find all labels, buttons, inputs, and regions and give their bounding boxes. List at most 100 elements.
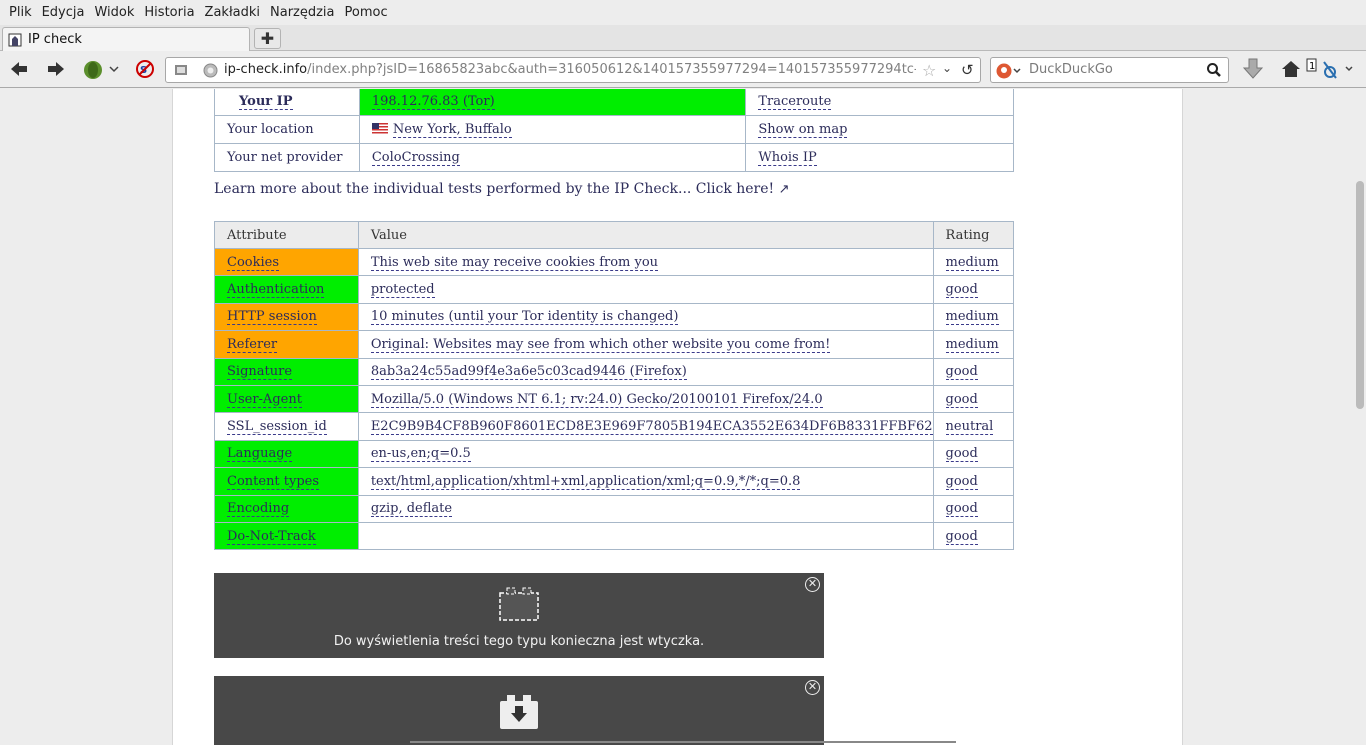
noscript-icon[interactable]: S [133,58,157,80]
downloads-icon[interactable] [1241,58,1265,80]
table-row: Do-Not-Track good [214,521,1015,551]
rating-cell[interactable]: good [932,357,1015,386]
net-provider-label: Your net provider [214,143,360,172]
addon-button[interactable]: 1 [1306,58,1356,80]
table-row: Your IP 198.12.76.83 (Tor) Traceroute [214,89,1014,116]
table-row: Referer Original: Websites may see from w… [214,330,1015,359]
menu-plik[interactable]: Plik [4,5,37,20]
plugin-placeholder[interactable]: Do wyświetlenia treści tego typu koniecz… [214,573,824,658]
menu-narzedzia[interactable]: Narzędzia [265,5,340,20]
value-cell[interactable]: protected [357,275,934,304]
url-dropdown-icon[interactable]: ⌄ [942,61,952,75]
search-icon[interactable] [1206,62,1222,82]
value-cell[interactable]: gzip, deflate [357,494,934,523]
attribute-cell[interactable]: Referer [214,330,359,359]
value-cell[interactable]: This web site may receive cookies from y… [357,247,934,277]
tab-ip-check[interactable]: IP check [2,27,250,51]
table-row: Language en-us,en;q=0.5 good [214,439,1015,469]
plugin-install-placeholder[interactable]: ✕ [214,676,956,745]
table-row: Signature 8ab3a24c55ad99f4e3a6e5c03cad944… [214,357,1015,386]
home-icon[interactable] [1279,58,1303,80]
rating-cell[interactable]: neutral [932,412,1015,441]
svg-text:1: 1 [1309,61,1315,72]
value-cell[interactable]: 10 minutes (until your Tor identity is c… [357,302,934,332]
site-favicon-icon [7,32,23,48]
tab-strip: IP check ✚ [0,25,1366,51]
value-cell[interactable]: 8ab3a24c55ad99f4e3a6e5c03cad9446 (Firefo… [357,357,934,386]
value-cell[interactable]: text/html,application/xhtml+xml,applicat… [357,467,934,496]
value-cell[interactable]: en-us,en;q=0.5 [357,439,934,469]
attribute-cell[interactable]: Authentication [214,275,359,304]
table-row: Your net provider ColoCrossing Whois IP [214,143,1014,172]
page-content: Your IP 198.12.76.83 (Tor) Traceroute Yo… [172,89,1183,745]
back-icon[interactable] [7,58,31,80]
menu-bar: Plik Edycja Widok Historia Zakładki Narz… [0,0,1366,25]
rating-cell[interactable]: good [932,439,1015,469]
bookmark-star-icon[interactable]: ☆ [922,61,936,80]
forward-icon[interactable] [44,58,68,80]
attribute-cell[interactable]: Do-Not-Track [214,521,359,551]
attribute-cell[interactable]: SSL_session_id [214,412,359,441]
table-row: Encoding gzip, deflate good [214,494,1015,523]
attribute-cell[interactable]: Cookies [214,247,359,277]
your-location-label: Your location [214,115,360,144]
table-row: User-Agent Mozilla/5.0 (Windows NT 6.1; r… [214,384,1015,414]
value-cell[interactable]: Mozilla/5.0 (Windows NT 6.1; rv:24.0) Ge… [357,384,934,414]
progress-bar [410,741,956,743]
menu-historia[interactable]: Historia [139,5,199,20]
value-cell[interactable] [357,521,934,551]
scrollbar-thumb[interactable] [1356,181,1364,409]
reload-icon[interactable]: ↺ [961,61,974,79]
attribute-cell[interactable]: Encoding [214,494,359,523]
url-text[interactable]: ip-check.info/index.php?jsID=16865823abc… [224,62,916,77]
plugin-icon [499,587,539,625]
search-placeholder: DuckDuckGo [1029,62,1113,77]
rating-cell[interactable]: good [932,275,1015,304]
header-rating: Rating [932,221,1015,249]
us-flag-icon [371,122,388,138]
header-attribute: Attribute [214,221,359,249]
header-value: Value [357,221,934,249]
attribute-cell[interactable]: HTTP session [214,302,359,332]
value-cell[interactable]: Original: Websites may see from which ot… [357,330,934,359]
search-bar[interactable]: DuckDuckGo [990,57,1229,83]
net-provider-value[interactable]: ColoCrossing [358,143,747,172]
close-icon[interactable]: ✕ [805,577,820,592]
page-info-icon[interactable] [174,63,188,81]
table-row: Content types text/html,application/xhtml… [214,467,1015,496]
whois-ip-link[interactable]: Whois IP [745,143,1014,172]
menu-pomoc[interactable]: Pomoc [340,5,393,20]
rating-cell[interactable]: good [932,467,1015,496]
plugin-download-icon [499,694,539,734]
table-row: Authentication protected good [214,275,1015,304]
rating-cell[interactable]: good [932,521,1015,551]
attribute-cell[interactable]: Language [214,439,359,469]
your-ip-value: 198.12.76.83 (Tor) [358,89,747,116]
rating-cell[interactable]: good [932,494,1015,523]
attribute-cell[interactable]: Content types [214,467,359,496]
url-bar[interactable]: ip-check.info/index.php?jsID=16865823abc… [165,57,981,83]
page-viewport: Your IP 198.12.76.83 (Tor) Traceroute Yo… [0,89,1354,745]
rating-cell[interactable]: good [932,384,1015,414]
duckduckgo-icon[interactable] [996,62,1024,84]
rating-cell[interactable]: medium [932,247,1015,277]
rating-cell[interactable]: medium [932,302,1015,332]
table-row: Cookies This web site may receive cookies… [214,247,1015,277]
your-ip-label: Your IP [214,89,360,116]
close-icon[interactable]: ✕ [805,680,820,695]
attribute-cell[interactable]: Signature [214,357,359,386]
attributes-table: Attribute Value Rating Cookies This web s… [214,221,1015,551]
rating-cell[interactable]: medium [932,330,1015,359]
menu-edycja[interactable]: Edycja [37,5,90,20]
attribute-cell[interactable]: User-Agent [214,384,359,414]
menu-zakladki[interactable]: Zakładki [200,5,265,20]
show-on-map-link[interactable]: Show on map [745,115,1014,144]
traceroute-link[interactable]: Traceroute [745,89,1014,116]
value-cell[interactable]: E2C9B9B4CF8B960F8601ECD8E3E969F7805B194E… [357,412,934,441]
new-tab-button[interactable]: ✚ [254,28,281,49]
globe-icon [203,63,218,82]
menu-widok[interactable]: Widok [89,5,139,20]
your-location-value[interactable]: New York, Buffalo [358,115,747,144]
learn-more-link[interactable]: Learn more about the individual tests pe… [214,181,790,197]
tor-onion-button[interactable] [80,58,122,80]
